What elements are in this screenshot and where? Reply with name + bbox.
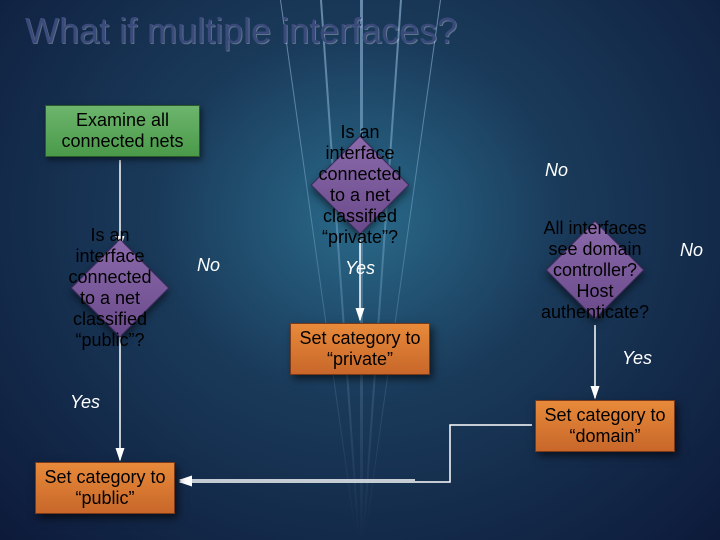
label-yes-public: Yes: [70, 392, 100, 413]
label-yes-domain: Yes: [622, 348, 652, 369]
action-domain: Set category to “domain”: [535, 400, 675, 452]
label-no-private: No: [545, 160, 568, 181]
action-public-label: Set category to “public”: [44, 467, 166, 509]
action-domain-label: Set category to “domain”: [544, 405, 666, 447]
start-node: Examine all connected nets: [45, 105, 200, 157]
decision-domain: All interfaces see domain controller? Ho…: [560, 235, 630, 305]
action-private-label: Set category to “private”: [299, 328, 421, 370]
start-label: Examine all connected nets: [54, 110, 191, 152]
decision-private-label: Is an interface connected to a net class…: [318, 122, 401, 248]
action-private: Set category to “private”: [290, 323, 430, 375]
label-no-domain: No: [680, 240, 703, 261]
decision-domain-label: All interfaces see domain controller? Ho…: [541, 218, 649, 323]
action-public: Set category to “public”: [35, 462, 175, 514]
label-no-public: No: [197, 255, 220, 276]
page-title: What if multiple interfaces?: [25, 10, 457, 52]
decision-private: Is an interface connected to a net class…: [325, 150, 395, 220]
decision-public: Is an interface connected to a net class…: [85, 253, 155, 323]
decision-public-label: Is an interface connected to a net class…: [65, 225, 155, 351]
label-yes-private: Yes: [345, 258, 375, 279]
